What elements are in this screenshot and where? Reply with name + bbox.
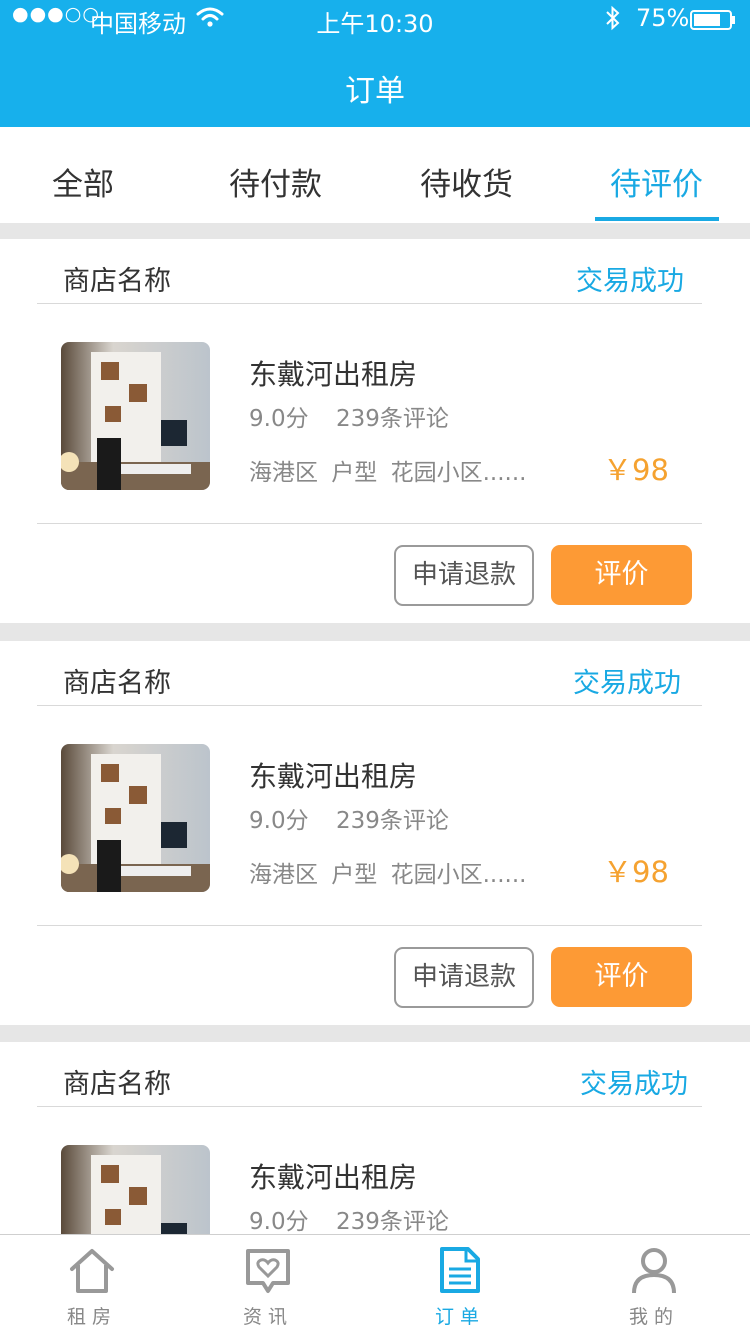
nav-label: 租房 bbox=[66, 1306, 117, 1328]
listing-title: 东戴河出租房 bbox=[249, 358, 418, 391]
nav-item-mine[interactable]: 我的 bbox=[594, 1235, 714, 1335]
bottom-navigation: 租房 资讯 订单 我的 bbox=[0, 1234, 750, 1335]
listing-location: 海港区 户型 花园小区...... bbox=[249, 460, 527, 486]
nav-label: 我的 bbox=[628, 1306, 679, 1328]
page-title: 订单 bbox=[345, 74, 405, 109]
listing-review-count: 239条评论 bbox=[336, 406, 449, 432]
shop-name[interactable]: 商店名称 bbox=[63, 259, 171, 298]
listing-score: 9.0分 bbox=[249, 406, 309, 432]
listing-score: 9.0分 bbox=[249, 808, 309, 834]
shop-name[interactable]: 商店名称 bbox=[63, 1062, 171, 1101]
nav-label: 订单 bbox=[434, 1306, 485, 1328]
order-card[interactable]: 商店名称 交易成功 东戴河出租房 9.0分 239条评论 海港区 户型 花园小区… bbox=[0, 239, 750, 623]
shop-name[interactable]: 商店名称 bbox=[63, 661, 171, 700]
listing-title: 东戴河出租房 bbox=[249, 1161, 418, 1194]
write-review-button[interactable]: 评价 bbox=[551, 545, 692, 605]
battery-icon bbox=[690, 10, 735, 30]
bluetooth-icon bbox=[606, 5, 620, 31]
active-tab-indicator bbox=[595, 217, 719, 221]
listing-price: ￥98 bbox=[603, 855, 669, 889]
listing-thumbnail[interactable] bbox=[61, 1145, 210, 1234]
house-icon bbox=[70, 1249, 114, 1293]
heart-chat-icon bbox=[246, 1249, 290, 1293]
order-status: 交易成功 bbox=[580, 1069, 688, 1100]
listing-review-count: 239条评论 bbox=[336, 808, 449, 834]
nav-item-rent[interactable]: 租房 bbox=[32, 1235, 152, 1335]
divider bbox=[37, 1106, 702, 1107]
divider bbox=[37, 523, 702, 524]
nav-label: 资讯 bbox=[242, 1306, 293, 1328]
nav-item-orders[interactable]: 订单 bbox=[400, 1235, 520, 1335]
nav-item-news[interactable]: 资讯 bbox=[208, 1235, 328, 1335]
listing-score: 9.0分 bbox=[249, 1209, 309, 1234]
order-status: 交易成功 bbox=[576, 266, 684, 297]
divider bbox=[37, 303, 702, 304]
tab-all[interactable]: 全部 bbox=[52, 159, 114, 204]
listing-review-count: 239条评论 bbox=[336, 1209, 449, 1234]
listing-thumbnail[interactable] bbox=[61, 744, 210, 892]
tab-pending-payment[interactable]: 待付款 bbox=[229, 159, 322, 204]
person-icon bbox=[632, 1248, 676, 1294]
document-icon bbox=[440, 1247, 480, 1293]
listing-location: 海港区 户型 花园小区...... bbox=[249, 862, 527, 888]
battery-percentage: 75% bbox=[636, 4, 690, 32]
write-review-button[interactable]: 评价 bbox=[551, 947, 692, 1007]
status-bar: ●●●○○ 中国移动 上午10:30 75% bbox=[0, 0, 750, 40]
listing-title: 东戴河出租房 bbox=[249, 760, 418, 793]
divider bbox=[37, 705, 702, 706]
listing-thumbnail[interactable] bbox=[61, 342, 210, 490]
request-refund-button[interactable]: 申请退款 bbox=[394, 545, 534, 606]
app-header: ●●●○○ 中国移动 上午10:30 75% 订单 bbox=[0, 0, 750, 127]
order-card[interactable]: 商店名称 交易成功 东戴河出租房 9.0分 239条评论 海港区 户型 花园小区… bbox=[0, 641, 750, 1025]
order-card[interactable]: 商店名称 交易成功 东戴河出租房 9.0分 239条评论 bbox=[0, 1042, 750, 1234]
tab-pending-receipt[interactable]: 待收货 bbox=[420, 159, 513, 204]
tab-pending-review[interactable]: 待评价 bbox=[610, 159, 703, 204]
listing-price: ￥98 bbox=[603, 453, 669, 487]
divider bbox=[37, 925, 702, 926]
order-tabs: 全部 待付款 待收货 待评价 bbox=[0, 127, 750, 223]
order-status: 交易成功 bbox=[573, 668, 681, 699]
request-refund-button[interactable]: 申请退款 bbox=[394, 947, 534, 1008]
